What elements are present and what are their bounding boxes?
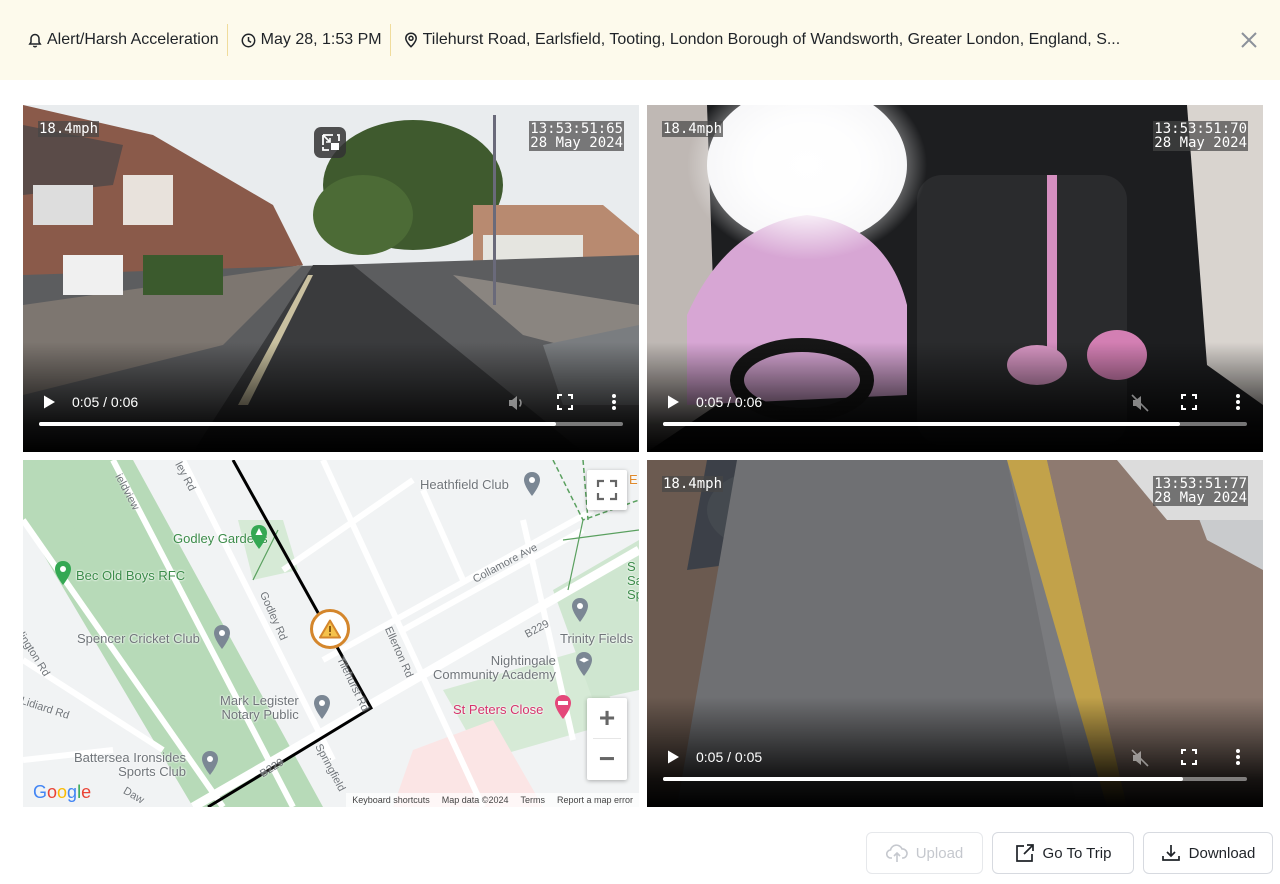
upload-label: Upload bbox=[915, 844, 964, 862]
place-label-line: Nightingale bbox=[490, 653, 556, 668]
place-label-line: Spo bbox=[627, 587, 639, 602]
download-label: Download bbox=[1188, 844, 1256, 862]
video-side-camera[interactable]: 18.4mph 13:53:51:77 28 May 2024 0:05 / 0… bbox=[647, 460, 1263, 807]
map-zoom-controls: + − bbox=[587, 698, 627, 780]
terms-link[interactable]: Terms bbox=[520, 795, 545, 805]
place-label[interactable]: Nightingale Community Academy bbox=[433, 654, 556, 682]
clock-icon bbox=[241, 33, 256, 47]
clock-overlay: 13:53:51:77 28 May 2024 bbox=[1153, 476, 1248, 506]
place-pin-icon[interactable] bbox=[213, 625, 231, 649]
place-label-line: Sa bbox=[627, 573, 639, 588]
place-label-line: Mark Legister bbox=[220, 693, 299, 708]
video-driver-camera[interactable]: 18.4mph 13:53:51:70 28 May 2024 0:05 / 0… bbox=[647, 105, 1263, 452]
play-icon[interactable] bbox=[42, 394, 56, 410]
time-display: 0:05 / 0:05 bbox=[696, 749, 763, 765]
video-front-camera[interactable]: 18.4mph 13:53:51:65 28 May 2024 0:05 / 0… bbox=[23, 105, 639, 452]
event-map[interactable]: Heathfield Club Godley Gardens Bec Old B… bbox=[23, 460, 639, 807]
time-display: 0:05 / 0:06 bbox=[696, 394, 763, 410]
place-label[interactable]: Bec Old Boys RFC bbox=[76, 568, 185, 583]
progress-slider[interactable] bbox=[663, 422, 1247, 426]
external-link-icon bbox=[1015, 844, 1034, 862]
pip-icon bbox=[322, 134, 340, 151]
close-icon[interactable] bbox=[1238, 29, 1260, 51]
muted-icon[interactable] bbox=[1130, 748, 1150, 768]
place-label[interactable]: Trinity Fields bbox=[560, 631, 633, 646]
zoom-out-button[interactable]: − bbox=[587, 739, 627, 779]
place-label[interactable]: Mark Legister Notary Public bbox=[220, 694, 299, 722]
place-label-line: Community Academy bbox=[433, 667, 556, 682]
place-pin-icon[interactable] bbox=[201, 751, 219, 775]
place-label[interactable]: Heathfield Club bbox=[420, 477, 509, 492]
keyboard-shortcuts-link[interactable]: Keyboard shortcuts bbox=[352, 795, 430, 805]
muted-icon[interactable] bbox=[1130, 393, 1150, 413]
place-pin-icon[interactable] bbox=[313, 695, 331, 719]
zoom-in-button[interactable]: + bbox=[587, 698, 627, 738]
school-pin-icon[interactable] bbox=[575, 652, 593, 676]
place-label[interactable]: Spencer Cricket Club bbox=[77, 631, 200, 646]
play-icon[interactable] bbox=[666, 749, 680, 765]
more-options-icon[interactable] bbox=[1233, 747, 1243, 767]
progress-slider[interactable] bbox=[39, 422, 623, 426]
speed-overlay: 18.4mph bbox=[662, 476, 724, 492]
place-label[interactable]: Battersea Ironsides Sports Club bbox=[74, 751, 186, 779]
lodging-pin-icon[interactable] bbox=[554, 695, 572, 719]
clock-overlay: 13:53:51:70 28 May 2024 bbox=[1153, 121, 1248, 151]
fullscreen-icon[interactable] bbox=[557, 393, 573, 411]
place-label-line: Sports Club bbox=[118, 764, 187, 779]
warning-icon bbox=[319, 619, 341, 639]
video-controls: 0:05 / 0:06 bbox=[647, 372, 1263, 452]
place-label-line: S bbox=[627, 559, 636, 574]
video-controls: 0:05 / 0:06 bbox=[23, 372, 639, 452]
map-data-label: Map data ©2024 bbox=[441, 795, 509, 805]
clock-overlay: 13:53:51:65 28 May 2024 bbox=[529, 121, 624, 151]
event-location-label: Tilehurst Road, Earlsfield, Tooting, Lon… bbox=[422, 31, 1121, 48]
google-logo[interactable]: Google bbox=[33, 782, 91, 803]
map-fullscreen-button[interactable] bbox=[587, 470, 627, 510]
fullscreen-icon[interactable] bbox=[1181, 393, 1197, 411]
bell-icon bbox=[28, 33, 42, 48]
place-label[interactable]: SSaSpo bbox=[627, 560, 639, 602]
download-button[interactable]: Download bbox=[1143, 832, 1273, 874]
fullscreen-icon[interactable] bbox=[1181, 748, 1197, 766]
event-location: Tilehurst Road, Earlsfield, Tooting, Lon… bbox=[404, 31, 1121, 49]
place-label-line: Battersea Ironsides bbox=[74, 750, 187, 765]
location-pin-icon bbox=[404, 32, 417, 48]
place-label-line: Notary Public bbox=[221, 707, 299, 722]
play-icon[interactable] bbox=[666, 394, 680, 410]
upload-button[interactable]: Upload bbox=[866, 832, 983, 874]
report-error-link[interactable]: Report a map error bbox=[557, 795, 633, 805]
banner-divider bbox=[389, 24, 391, 56]
banner-divider bbox=[226, 24, 228, 56]
download-icon bbox=[1161, 845, 1180, 861]
progress-fill bbox=[663, 777, 1183, 781]
place-pin-icon[interactable] bbox=[571, 598, 589, 622]
progress-fill bbox=[39, 422, 556, 426]
fullscreen-icon bbox=[596, 479, 618, 501]
picture-in-picture-button[interactable] bbox=[314, 127, 346, 158]
time-display: 0:05 / 0:06 bbox=[72, 394, 139, 410]
event-banner: Alert/Harsh Acceleration May 28, 1:53 PM… bbox=[0, 0, 1280, 80]
video-controls: 0:05 / 0:05 bbox=[647, 727, 1263, 807]
event-type-label: Alert/Harsh Acceleration bbox=[47, 31, 219, 48]
place-label[interactable]: E bbox=[629, 472, 638, 487]
volume-icon[interactable] bbox=[506, 393, 526, 413]
place-pin-icon[interactable] bbox=[54, 561, 72, 585]
place-label[interactable]: St Peters Close bbox=[453, 702, 543, 717]
event-type: Alert/Harsh Acceleration bbox=[28, 31, 219, 49]
go-to-trip-button[interactable]: Go To Trip bbox=[992, 832, 1134, 874]
speed-overlay: 18.4mph bbox=[38, 121, 100, 137]
more-options-icon[interactable] bbox=[609, 392, 619, 412]
event-time-label: May 28, 1:53 PM bbox=[260, 31, 382, 48]
more-options-icon[interactable] bbox=[1233, 392, 1243, 412]
alert-marker[interactable] bbox=[310, 609, 350, 649]
cloud-upload-icon bbox=[885, 844, 908, 862]
speed-overlay: 18.4mph bbox=[662, 121, 724, 137]
go-to-trip-label: Go To Trip bbox=[1042, 844, 1112, 862]
map-attribution: Keyboard shortcuts Map data ©2024 Terms … bbox=[346, 793, 639, 807]
progress-fill bbox=[663, 422, 1180, 426]
park-pin-icon[interactable] bbox=[250, 525, 268, 549]
event-time: May 28, 1:53 PM bbox=[241, 31, 382, 49]
place-pin-icon[interactable] bbox=[523, 472, 541, 496]
progress-slider[interactable] bbox=[663, 777, 1247, 781]
